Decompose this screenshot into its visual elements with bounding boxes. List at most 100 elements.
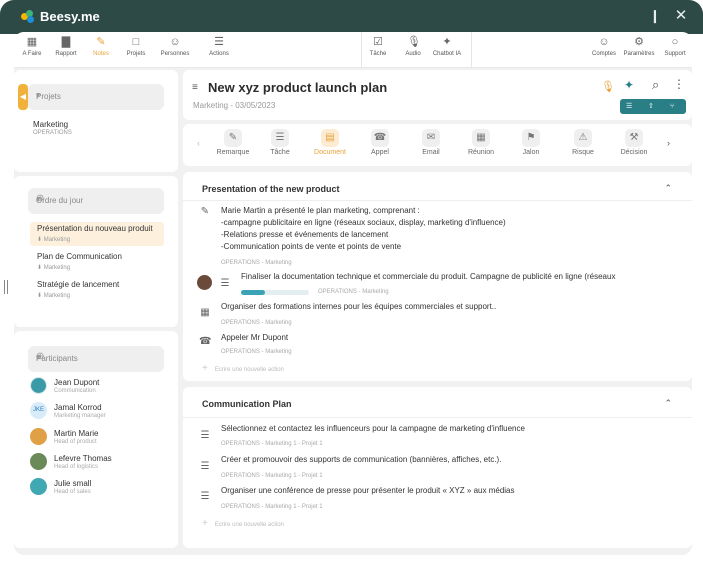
tool-support[interactable]: ○ Support — [659, 36, 691, 57]
row-text[interactable]: -campagne publicitaire en ligne (réseaux… — [221, 217, 506, 229]
chevron-right-icon[interactable]: › — [667, 138, 670, 148]
pencil-icon: ✎ — [96, 36, 106, 48]
action-email[interactable]: ✉ Email — [411, 129, 451, 156]
row-text[interactable]: Créer et promouvoir des supports de comm… — [221, 454, 501, 466]
pin-icon[interactable]: ❙ — [646, 8, 664, 24]
phone-icon: ☎ — [371, 129, 389, 147]
outline-toggle-icon[interactable]: ≡ — [192, 82, 198, 93]
person-icon: ☺ — [169, 36, 181, 48]
participants-select[interactable]: Participants ⊕ ▾ — [28, 346, 164, 372]
document-icon: ▤ — [321, 129, 339, 147]
participant-role: Head of logistics — [54, 464, 99, 470]
tool-rapport[interactable]: ▇ Rapport — [52, 36, 80, 57]
row-meta: OPERATIONS - Marketing — [221, 349, 292, 355]
tool-notes[interactable]: ✎ Notes — [87, 36, 115, 57]
agenda-item-sub: ⬇ Marketing — [37, 265, 71, 271]
ai-sparkle-icon[interactable]: ✦ — [624, 78, 634, 92]
chevron-down-icon: ▾ — [36, 91, 41, 100]
beesy-logo-icon — [21, 10, 35, 24]
divider — [183, 417, 692, 418]
agenda-item-label[interactable]: Présentation du nouveau produit — [37, 224, 153, 233]
action-tache[interactable]: ☰ Tâche — [260, 129, 300, 156]
agenda-item-label[interactable]: Stratégie de lancement — [37, 280, 119, 289]
action-jalon[interactable]: ⚑ Jalon — [511, 129, 551, 156]
plus-icon: + — [202, 363, 208, 374]
tool-a-faire[interactable]: ▦ A Faire — [18, 36, 46, 57]
close-icon[interactable]: ✕ — [672, 8, 690, 24]
more-icon[interactable]: ⋮ — [673, 77, 685, 91]
chevron-up-icon[interactable]: ⌃ — [664, 398, 672, 409]
action-document[interactable]: ▤ Document — [310, 129, 350, 156]
new-action-input[interactable]: + Ecrire une nouvelle action — [202, 363, 284, 374]
chevron-left-icon[interactable]: ‹ — [197, 138, 200, 148]
participant-role: Communication — [54, 388, 96, 394]
pencil-icon: ✎ — [200, 206, 210, 217]
action-remarque[interactable]: ✎ Remarque — [213, 129, 253, 156]
tool-audio[interactable]: 🎙 Audio — [399, 36, 427, 57]
toolbar-separator — [471, 32, 472, 68]
row-text[interactable]: Marie Martin a présenté le plan marketin… — [221, 205, 420, 217]
tool-personnes[interactable]: ☺ Personnes — [157, 36, 193, 57]
search-icon[interactable]: ⌕ — [652, 77, 659, 93]
participant-name[interactable]: Jamal Korrod — [54, 403, 102, 412]
title-bar: Beesy.me ❙ ✕ — [0, 0, 703, 34]
resize-handle[interactable] — [4, 280, 8, 294]
tool-tache[interactable]: ☑ Tâche — [364, 36, 392, 57]
tool-actions[interactable]: ☰ Actions — [202, 36, 236, 57]
row-text[interactable]: Appeler Mr Dupont — [221, 332, 288, 344]
row-text[interactable]: Organiser une conférence de presse pour … — [221, 485, 515, 497]
upload-icon[interactable]: ⇧ — [648, 99, 654, 114]
share-icon[interactable]: ⑂ — [670, 99, 674, 114]
page-title[interactable]: New xyz product launch plan — [208, 80, 387, 95]
row-meta: OPERATIONS - Marketing 1 - Projet 1 — [221, 441, 323, 447]
tool-chatbot[interactable]: ✦ Chatbot IA — [428, 36, 466, 57]
microphone-icon: 🎙 — [407, 36, 421, 48]
app-title: Beesy.me — [40, 9, 100, 24]
plus-icon: + — [202, 518, 208, 529]
chevron-up-icon[interactable]: ⌃ — [664, 183, 672, 194]
row-text[interactable]: Organiser des formations internes pour l… — [221, 301, 496, 313]
tool-parametres[interactable]: ⚙ Paramètres — [620, 36, 658, 57]
microphone-icon[interactable]: 🎙 — [601, 80, 615, 93]
participant-name[interactable]: Jean Dupont — [54, 378, 99, 387]
tool-projets[interactable]: □ Projets — [122, 36, 150, 57]
row-text[interactable]: -Relations presse et événements de lance… — [221, 229, 388, 241]
row-text[interactable]: -Communication points de vente et points… — [221, 241, 401, 253]
tool-comptes[interactable]: ☺ Comptes — [588, 36, 620, 57]
projects-select[interactable]: Projets ▾ — [28, 84, 164, 110]
filter-icon[interactable]: ☰ — [626, 99, 632, 114]
document-header: ≡ New xyz product launch plan Marketing … — [183, 70, 692, 120]
agenda-select[interactable]: Ordre du jour ⊕ ▾ — [28, 188, 164, 214]
action-decision[interactable]: ⚒ Décision — [614, 129, 654, 156]
app-frame: Beesy.me ❙ ✕ ▦ A Faire ▇ Rapport ✎ Notes □ P… — [0, 0, 703, 570]
section-title[interactable]: Presentation of the new product — [202, 184, 340, 194]
checklist-icon: ☰ — [200, 491, 210, 502]
calendar-icon: ▦ — [200, 307, 210, 318]
row-meta: OPERATIONS - Marketing — [221, 260, 292, 266]
avatar — [30, 453, 47, 470]
participant-role: Head of product — [54, 439, 97, 445]
participant-name[interactable]: Julie small — [54, 479, 91, 488]
row-text[interactable]: Sélectionnez et contactez les influenceu… — [221, 423, 525, 435]
projects-panel: ◀ Projets ▾ Marketing OPERATIONS — [14, 70, 178, 172]
page-subtitle: Marketing - 03/05/2023 — [193, 101, 276, 110]
checklist-icon: ☰ — [200, 461, 210, 472]
project-name[interactable]: Marketing — [33, 120, 68, 129]
new-action-input[interactable]: + Ecrire une nouvelle action — [202, 518, 284, 529]
participant-name[interactable]: Martin Marie — [54, 429, 98, 438]
task-icon: ☑ — [373, 36, 383, 48]
collapse-sidebar-button[interactable]: ◀ — [18, 84, 28, 110]
share-toolbar: ☰ ⇧ ⑂ — [620, 99, 686, 114]
action-reunion[interactable]: ▦ Réunion — [461, 129, 501, 156]
flag-icon: ⚑ — [522, 129, 540, 147]
action-risque[interactable]: ⚠ Risque — [563, 129, 603, 156]
agenda-item-label[interactable]: Plan de Communication — [37, 252, 122, 261]
avatar — [30, 428, 47, 445]
chevron-down-icon: ▾ — [36, 195, 41, 204]
participant-role: Head of sales — [54, 489, 91, 495]
section-title[interactable]: Communication Plan — [202, 399, 292, 409]
calendar-icon: ▦ — [472, 129, 490, 147]
participant-name[interactable]: Lefevre Thomas — [54, 454, 112, 463]
row-text[interactable]: Finaliser la documentation technique et … — [241, 271, 615, 283]
action-appel[interactable]: ☎ Appel — [360, 129, 400, 156]
